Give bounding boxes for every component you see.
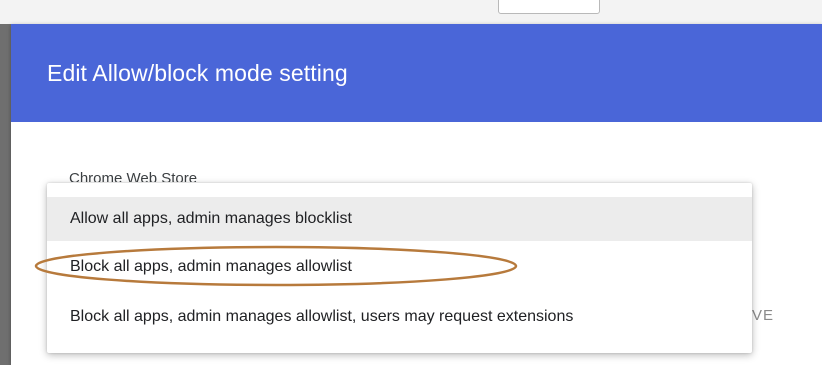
obscured-button-text: VE (752, 307, 775, 324)
option-label: Allow all apps, admin manages blocklist (70, 210, 352, 227)
option-block-all-apps-user-requests[interactable]: Block all apps, admin manages allowlist,… (47, 295, 752, 339)
option-block-all-apps[interactable]: Block all apps, admin manages allowlist (47, 245, 752, 289)
option-allow-all-apps[interactable]: Allow all apps, admin manages blocklist (47, 197, 752, 241)
chrome-web-store-label: Chrome Web Store (69, 170, 198, 182)
dialog-title: Edit Allow/block mode setting (47, 60, 348, 86)
mode-dropdown-menu: Allow all apps, admin manages blocklist … (47, 183, 752, 353)
cropped-page-top (0, 0, 822, 24)
option-label: Block all apps, admin manages allowlist,… (70, 308, 574, 325)
option-label: Block all apps, admin manages allowlist (70, 258, 352, 275)
clipped-control (498, 0, 600, 14)
dialog-header: Edit Allow/block mode setting (11, 24, 822, 122)
